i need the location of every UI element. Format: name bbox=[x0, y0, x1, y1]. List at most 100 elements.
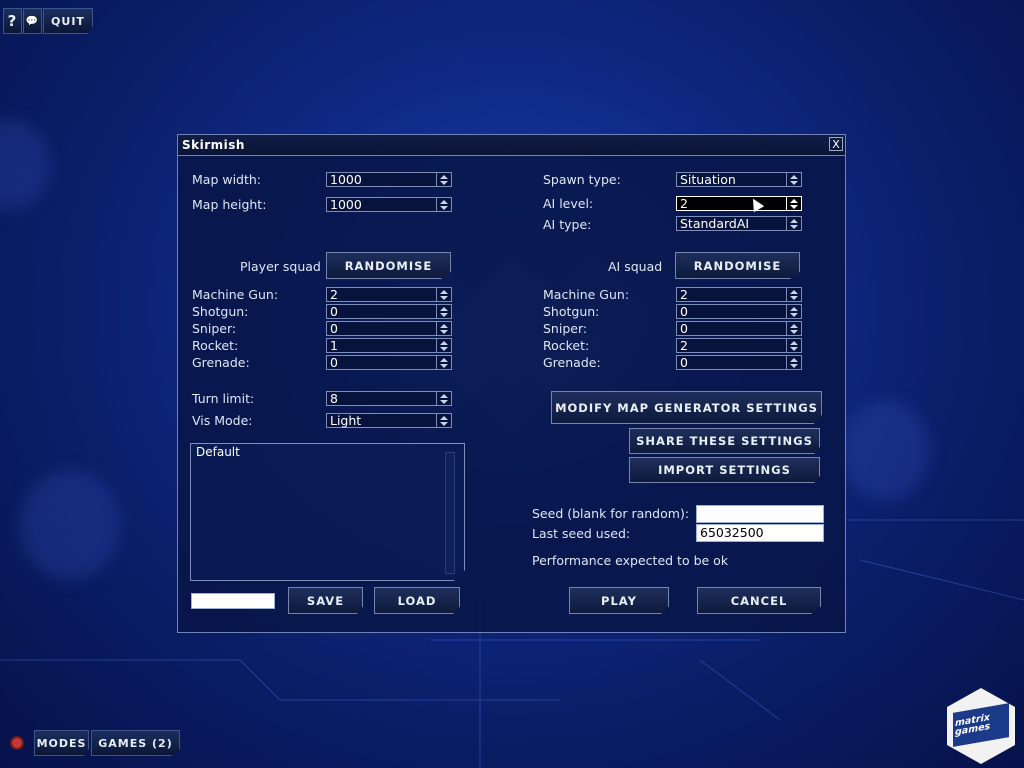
arrow-up-icon[interactable] bbox=[790, 175, 798, 179]
last-seed-field[interactable]: 65032500 bbox=[696, 524, 824, 542]
seed-input[interactable] bbox=[696, 505, 824, 523]
arrow-down-icon[interactable] bbox=[790, 313, 798, 317]
arrow-up-icon[interactable] bbox=[440, 394, 448, 398]
dialog-titlebar[interactable]: Skirmish X bbox=[178, 135, 845, 156]
turn-limit-spinner[interactable]: 8 bbox=[326, 391, 452, 406]
bottom-toolbar: MODES GAMES (2) bbox=[10, 730, 180, 756]
unit-label: Shotgun: bbox=[192, 304, 249, 319]
arrow-down-icon[interactable] bbox=[790, 181, 798, 185]
preset-name-input[interactable] bbox=[191, 593, 275, 609]
spinner-arrows[interactable] bbox=[436, 356, 451, 369]
spinner-arrows[interactable] bbox=[436, 339, 451, 352]
arrow-down-icon[interactable] bbox=[440, 330, 448, 334]
arrow-up-icon[interactable] bbox=[440, 307, 448, 311]
vis-mode-select[interactable]: Light bbox=[326, 413, 452, 428]
unit-count-spinner[interactable]: 0 bbox=[676, 321, 802, 336]
quit-button[interactable]: QUIT bbox=[43, 8, 93, 34]
arrow-up-icon[interactable] bbox=[440, 358, 448, 362]
spinner-arrows[interactable] bbox=[786, 356, 801, 369]
unit-count-spinner[interactable]: 2 bbox=[676, 287, 802, 302]
modes-button[interactable]: MODES bbox=[34, 730, 89, 756]
arrow-up-icon[interactable] bbox=[440, 324, 448, 328]
arrow-down-icon[interactable] bbox=[440, 296, 448, 300]
arrow-up-icon[interactable] bbox=[440, 175, 448, 179]
spinner-arrows[interactable] bbox=[436, 392, 451, 405]
arrow-down-icon[interactable] bbox=[440, 313, 448, 317]
arrow-up-icon[interactable] bbox=[790, 199, 798, 203]
spinner-arrows[interactable] bbox=[436, 305, 451, 318]
record-icon[interactable] bbox=[10, 736, 24, 750]
ai-randomise-button[interactable]: RANDOMISE bbox=[675, 252, 800, 279]
seed-label: Seed (blank for random): bbox=[532, 506, 690, 521]
arrow-down-icon[interactable] bbox=[440, 347, 448, 351]
close-icon[interactable]: X bbox=[829, 137, 843, 151]
cancel-button[interactable]: CANCEL bbox=[697, 587, 821, 614]
arrow-down-icon[interactable] bbox=[440, 206, 448, 210]
spinner-arrows[interactable] bbox=[786, 197, 801, 210]
spinner-arrows[interactable] bbox=[436, 198, 451, 211]
arrow-down-icon[interactable] bbox=[790, 225, 798, 229]
arrow-down-icon[interactable] bbox=[790, 330, 798, 334]
chat-icon[interactable]: 💬 bbox=[23, 8, 42, 34]
arrow-up-icon[interactable] bbox=[790, 324, 798, 328]
unit-count-spinner[interactable]: 1 bbox=[326, 338, 452, 353]
arrow-up-icon[interactable] bbox=[790, 219, 798, 223]
spinner-arrows[interactable] bbox=[436, 288, 451, 301]
arrow-down-icon[interactable] bbox=[440, 400, 448, 404]
select-arrows[interactable] bbox=[786, 217, 801, 230]
arrow-up-icon[interactable] bbox=[790, 290, 798, 294]
save-button[interactable]: SAVE bbox=[288, 587, 363, 614]
arrow-up-icon[interactable] bbox=[790, 358, 798, 362]
spinner-arrows[interactable] bbox=[786, 339, 801, 352]
spinner-arrows[interactable] bbox=[436, 322, 451, 335]
spinner-arrows[interactable] bbox=[436, 173, 451, 186]
arrow-up-icon[interactable] bbox=[790, 341, 798, 345]
ai-level-spinner[interactable]: 2 bbox=[676, 196, 802, 211]
unit-count-spinner[interactable]: 0 bbox=[676, 355, 802, 370]
unit-count-spinner[interactable]: 0 bbox=[676, 304, 802, 319]
play-button[interactable]: PLAY bbox=[569, 587, 669, 614]
arrow-up-icon[interactable] bbox=[440, 341, 448, 345]
presets-scrollbar[interactable] bbox=[445, 452, 455, 574]
vis-mode-label: Vis Mode: bbox=[192, 413, 253, 428]
arrow-down-icon[interactable] bbox=[790, 364, 798, 368]
unit-count-spinner[interactable]: 0 bbox=[326, 321, 452, 336]
spinner-value: 0 bbox=[330, 355, 338, 370]
unit-count-spinner[interactable]: 2 bbox=[676, 338, 802, 353]
spawn-type-select[interactable]: Situation bbox=[676, 172, 802, 187]
help-icon[interactable]: ? bbox=[3, 8, 22, 34]
arrow-down-icon[interactable] bbox=[790, 205, 798, 209]
map-height-spinner[interactable]: 1000 bbox=[326, 197, 452, 212]
spinner-arrows[interactable] bbox=[786, 322, 801, 335]
arrow-down-icon[interactable] bbox=[440, 364, 448, 368]
load-button[interactable]: LOAD bbox=[374, 587, 460, 614]
modify-map-generator-button[interactable]: MODIFY MAP GENERATOR SETTINGS bbox=[551, 391, 822, 424]
player-randomise-button[interactable]: RANDOMISE bbox=[326, 252, 451, 279]
presets-list[interactable]: Default bbox=[190, 443, 465, 581]
arrow-up-icon[interactable] bbox=[440, 416, 448, 420]
arrow-down-icon[interactable] bbox=[790, 347, 798, 351]
arrow-up-icon[interactable] bbox=[440, 290, 448, 294]
spinner-arrows[interactable] bbox=[786, 288, 801, 301]
arrow-up-icon[interactable] bbox=[440, 200, 448, 204]
spinner-value: 2 bbox=[680, 287, 688, 302]
select-arrows[interactable] bbox=[786, 173, 801, 186]
ai-level-label: AI level: bbox=[543, 196, 594, 211]
unit-count-spinner[interactable]: 2 bbox=[326, 287, 452, 302]
spawn-type-label: Spawn type: bbox=[543, 172, 621, 187]
arrow-up-icon[interactable] bbox=[790, 307, 798, 311]
import-settings-button[interactable]: IMPORT SETTINGS bbox=[629, 457, 820, 483]
list-item[interactable]: Default bbox=[196, 445, 240, 459]
map-width-spinner[interactable]: 1000 bbox=[326, 172, 452, 187]
select-arrows[interactable] bbox=[436, 414, 451, 427]
unit-count-spinner[interactable]: 0 bbox=[326, 355, 452, 370]
spinner-value: 2 bbox=[680, 338, 688, 353]
games-button[interactable]: GAMES (2) bbox=[91, 730, 180, 756]
unit-count-spinner[interactable]: 0 bbox=[326, 304, 452, 319]
spinner-arrows[interactable] bbox=[786, 305, 801, 318]
arrow-down-icon[interactable] bbox=[440, 422, 448, 426]
ai-type-select[interactable]: StandardAI bbox=[676, 216, 802, 231]
share-settings-button[interactable]: SHARE THESE SETTINGS bbox=[629, 428, 820, 454]
arrow-down-icon[interactable] bbox=[440, 181, 448, 185]
arrow-down-icon[interactable] bbox=[790, 296, 798, 300]
